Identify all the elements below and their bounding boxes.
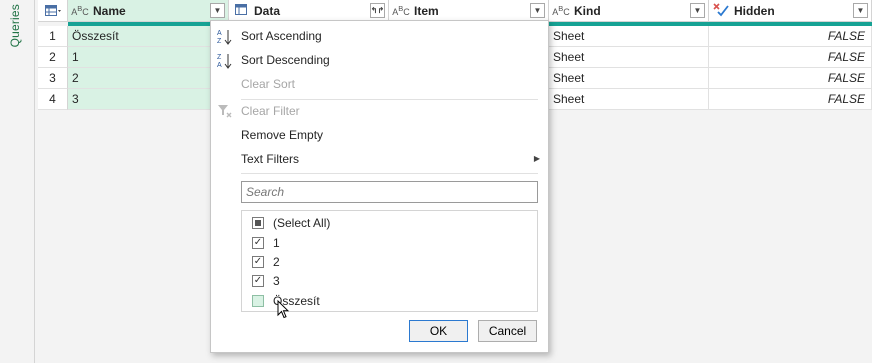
menu-sort-descending[interactable]: ZA Sort Descending xyxy=(211,49,548,71)
column-filter-dropdown-button[interactable]: ▼ xyxy=(690,3,705,18)
cell-kind[interactable]: Sheet xyxy=(549,68,709,89)
table-type-icon[interactable] xyxy=(232,4,250,17)
filter-option-label: (Select All) xyxy=(273,216,331,230)
queries-pane-label[interactable]: Queries xyxy=(8,4,22,47)
cell-name[interactable]: 3 xyxy=(68,89,229,110)
column-header-label: Item xyxy=(414,3,439,18)
row-number[interactable]: 4 xyxy=(38,89,68,110)
cell-kind[interactable]: Sheet xyxy=(549,89,709,110)
svg-text:Z: Z xyxy=(217,54,222,61)
menu-separator xyxy=(241,173,538,174)
chevron-down-icon: ▼ xyxy=(533,6,542,15)
menu-item-label: Clear Sort xyxy=(241,77,296,91)
filter-option[interactable]: ✓ 2 xyxy=(252,252,280,272)
clear-filter-icon xyxy=(217,103,233,119)
cell-name[interactable]: 2 xyxy=(68,68,229,89)
cell-hidden[interactable]: FALSE xyxy=(709,89,872,110)
cancel-button[interactable]: Cancel xyxy=(478,320,537,342)
ok-button[interactable]: OK xyxy=(409,320,468,342)
table-icon xyxy=(44,4,61,16)
filter-search-input[interactable] xyxy=(241,181,538,203)
svg-text:A: A xyxy=(217,62,222,69)
column-header-label: Hidden xyxy=(734,3,775,18)
cell-hidden[interactable]: FALSE xyxy=(709,47,872,68)
filter-option-label: 2 xyxy=(273,255,280,269)
unchecked-checkbox-icon[interactable] xyxy=(252,295,264,307)
column-filter-dropdown-button[interactable]: ▼ xyxy=(210,3,225,18)
column-header-data[interactable]: Data ↰↱ xyxy=(229,0,389,22)
menu-item-label: Clear Filter xyxy=(241,104,300,118)
menu-text-filters[interactable]: Text Filters ▶ xyxy=(211,148,548,170)
svg-text:Z: Z xyxy=(217,38,222,45)
filter-option[interactable]: ✓ 3 xyxy=(252,271,280,291)
chevron-down-icon: ▼ xyxy=(213,6,222,15)
checked-checkbox-icon[interactable]: ✓ xyxy=(252,256,264,268)
column-filter-menu: AZ Sort Ascending ZA Sort Descending Cle… xyxy=(210,20,549,353)
checked-checkbox-icon[interactable]: ✓ xyxy=(252,275,264,287)
menu-remove-empty[interactable]: Remove Empty xyxy=(211,124,548,146)
filter-option-label: 3 xyxy=(273,274,280,288)
logical-type-icon[interactable] xyxy=(712,2,730,19)
menu-clear-sort[interactable]: Clear Sort xyxy=(211,73,548,95)
svg-text:A: A xyxy=(217,30,222,37)
cell-name[interactable]: 1 xyxy=(68,47,229,68)
menu-item-label: Text Filters xyxy=(241,152,300,166)
text-type-icon[interactable]: ABC xyxy=(71,4,89,17)
cell-hidden[interactable]: FALSE xyxy=(709,68,872,89)
cell-kind[interactable]: Sheet xyxy=(549,26,709,47)
queries-pane-collapsed[interactable]: Queries xyxy=(0,0,35,363)
cell-kind[interactable]: Sheet xyxy=(549,47,709,68)
mouse-pointer-icon xyxy=(277,300,289,319)
menu-sort-ascending[interactable]: AZ Sort Ascending xyxy=(211,25,548,47)
chevron-down-icon: ▼ xyxy=(856,6,865,15)
filter-option[interactable]: ✓ 1 xyxy=(252,233,280,253)
column-header-label: Data xyxy=(254,3,281,18)
row-number[interactable]: 2 xyxy=(38,47,68,68)
submenu-arrow-icon: ▶ xyxy=(533,154,540,163)
menu-clear-filter[interactable]: Clear Filter xyxy=(211,100,548,122)
cell-name[interactable]: Összesít xyxy=(68,26,229,47)
text-type-icon[interactable]: ABC xyxy=(392,4,410,17)
column-header-item[interactable]: ABC Item ▼ xyxy=(389,0,549,22)
cell-hidden[interactable]: FALSE xyxy=(709,26,872,47)
sort-ascending-icon: AZ xyxy=(217,28,233,45)
partial-checkbox-icon[interactable] xyxy=(252,217,264,229)
column-header-label: Name xyxy=(93,3,126,18)
row-number[interactable]: 1 xyxy=(38,26,68,47)
menu-item-label: Sort Descending xyxy=(241,53,330,67)
column-filter-dropdown-button[interactable]: ▼ xyxy=(853,3,868,18)
expand-column-button[interactable]: ↰↱ xyxy=(370,3,385,18)
filter-value-list: (Select All) ✓ 1 ✓ 2 ✓ 3 Összesít xyxy=(241,210,538,312)
expand-arrows-icon: ↰↱ xyxy=(370,6,385,15)
column-header-label: Kind xyxy=(574,3,601,18)
sort-descending-icon: ZA xyxy=(217,52,233,69)
column-header-name[interactable]: ABC Name ▼ xyxy=(68,0,229,22)
text-type-icon[interactable]: ABC xyxy=(552,4,570,17)
checked-checkbox-icon[interactable]: ✓ xyxy=(252,237,264,249)
table-options-button[interactable] xyxy=(38,0,68,22)
column-header-kind[interactable]: ABC Kind ▼ xyxy=(549,0,709,22)
menu-item-label: Remove Empty xyxy=(241,128,324,142)
menu-item-label: Sort Ascending xyxy=(241,29,322,43)
chevron-down-icon: ▼ xyxy=(693,6,702,15)
row-number[interactable]: 3 xyxy=(38,68,68,89)
filter-option-label: 1 xyxy=(273,236,280,250)
filter-option-select-all[interactable]: (Select All) xyxy=(252,213,330,233)
column-filter-dropdown-button[interactable]: ▼ xyxy=(530,3,545,18)
column-header-hidden[interactable]: Hidden ▼ xyxy=(709,0,872,22)
